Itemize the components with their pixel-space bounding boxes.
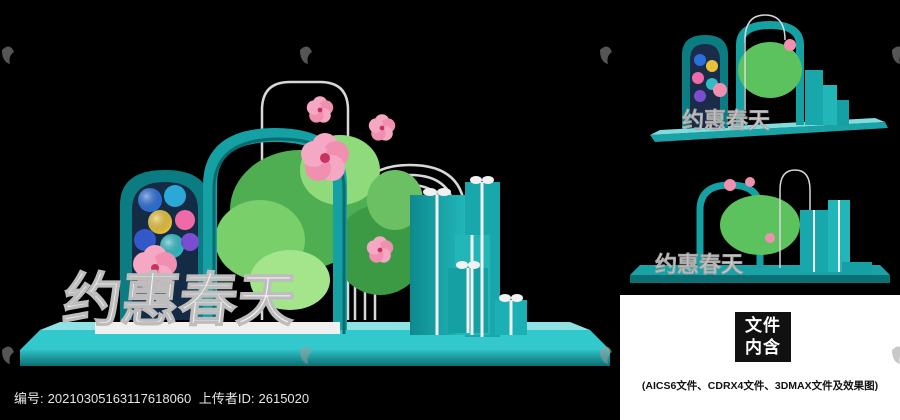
uploader-label: 上传者ID: [198,391,255,406]
slogan-text: 约惠春天 [60,268,299,333]
id-label: 编号: [14,391,44,406]
preview-mid-slogan: 约惠春天 [655,252,744,277]
preview-top-slogan: 约惠春天 [682,108,771,133]
uploader-value: 2615020 [258,391,310,406]
file-badge-line2: 内含 [745,338,781,357]
main-scene: 约惠春天 [20,80,610,366]
id-value: 20210305163117618060 [47,391,192,406]
gift-box-icon [410,176,527,337]
preview-mid: 约惠春天 [630,169,890,283]
file-badge-line1: 文件 [745,316,781,335]
file-badge: 文件 内含 [735,312,791,362]
footer-meta: 编号: 20210305163117618060 上传者ID: 2615020 [14,388,313,407]
file-contents: (AICS6文件、CDRX4文件、3DMAX文件及效果图) [641,380,879,392]
preview-top: 约惠春天 [650,14,888,142]
